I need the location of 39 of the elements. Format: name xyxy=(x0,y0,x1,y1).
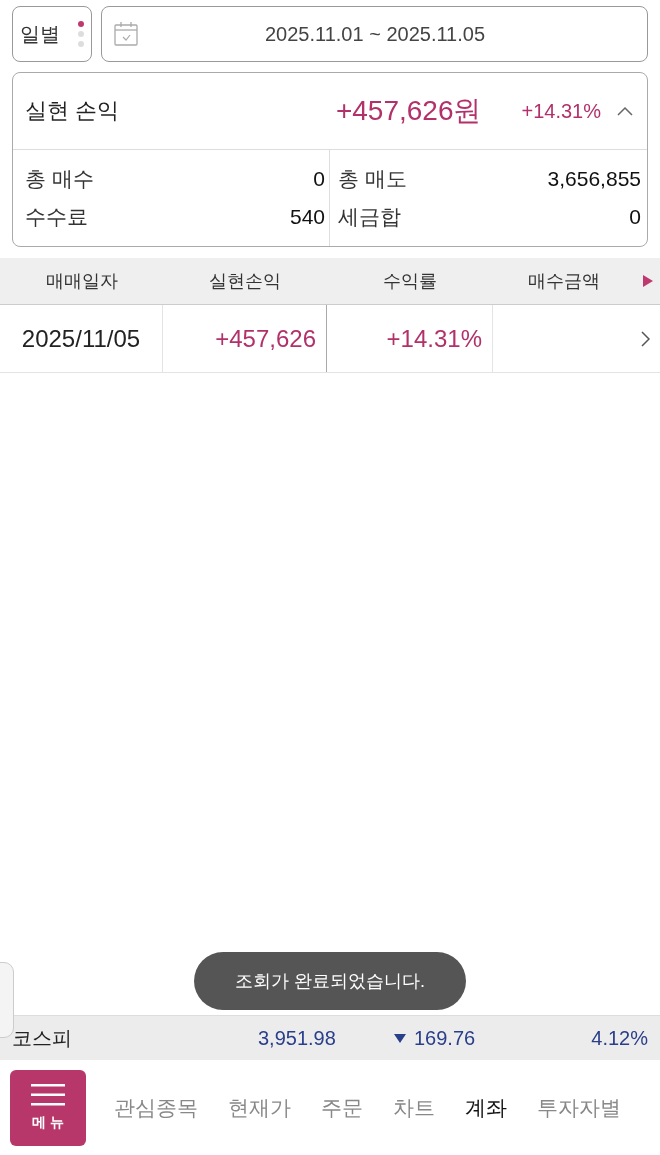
stat-label: 세금합 xyxy=(338,204,401,230)
column-header: 수익률 xyxy=(382,270,438,293)
table-cell: +457,626 xyxy=(163,305,327,372)
nav-tab[interactable]: 계좌 xyxy=(465,1093,507,1122)
date-range-field[interactable]: 2025.11.01 ~ 2025.11.05 xyxy=(101,6,648,62)
stat-value: 3,656,855 xyxy=(547,167,641,191)
index-price: 3,951.98 xyxy=(258,1026,337,1050)
stat-label: 수수료 xyxy=(25,204,88,230)
stat-value: 0 xyxy=(629,205,641,229)
table-row[interactable]: 2025/11/05 +457,626 +14.31% xyxy=(0,305,660,373)
index-change-rate: 4.12% xyxy=(591,1026,648,1050)
stat-value: 540 xyxy=(289,205,325,229)
period-selector[interactable]: 일별 xyxy=(12,6,92,62)
index-change: 169.76 xyxy=(414,1026,476,1050)
table-cell: +14.31% xyxy=(327,305,493,372)
table-cell: 2025/11/05 xyxy=(0,305,163,372)
nav-tab[interactable]: 현재가 xyxy=(228,1093,291,1122)
toast-message: 조회가 완료되었습니다. xyxy=(194,952,466,1010)
index-name: 코스피 xyxy=(12,1025,73,1051)
nav-tab[interactable]: 차트 xyxy=(393,1093,435,1122)
summary-title: 실현 손익 xyxy=(25,97,121,125)
column-header: 실현손익 xyxy=(208,270,282,293)
chevron-right-icon xyxy=(641,330,650,347)
nav-tab[interactable]: 주문 xyxy=(321,1093,363,1122)
column-header: 매수금액 xyxy=(526,270,601,293)
profit-rate: +14.31% xyxy=(521,99,601,123)
column-header: 매매일자 xyxy=(44,270,119,293)
nav-tab[interactable]: 투자자별 xyxy=(537,1093,621,1122)
menu-icon xyxy=(31,1083,65,1106)
nav-tab[interactable]: 관심종목 xyxy=(114,1093,198,1122)
calendar-icon xyxy=(113,21,139,47)
stat-label: 총 매도 xyxy=(338,166,407,192)
stat-label: 총 매수 xyxy=(25,166,94,192)
stat-value: 0 xyxy=(313,167,325,191)
profit-amount: +457,626원 xyxy=(335,94,482,128)
scroll-right-icon[interactable] xyxy=(642,274,654,288)
drawer-handle[interactable] xyxy=(0,962,14,1038)
menu-button[interactable]: 메 뉴 xyxy=(10,1069,86,1146)
collapse-caret-icon[interactable] xyxy=(617,106,633,116)
